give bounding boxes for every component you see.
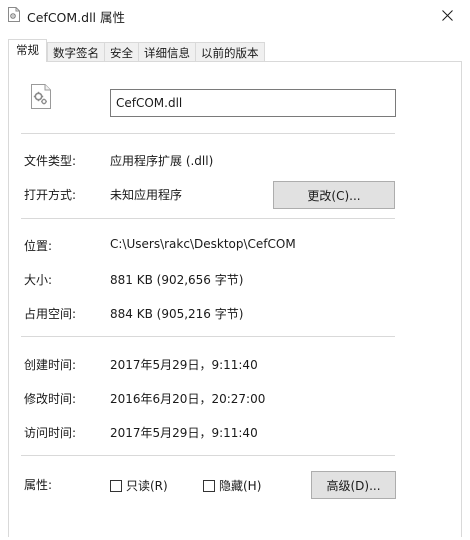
modified-label: 修改时间: xyxy=(24,392,77,406)
file-name-field[interactable] xyxy=(110,89,396,117)
divider xyxy=(21,133,395,134)
tab-digital-signatures[interactable]: 数字签名 xyxy=(47,42,105,62)
tab-security[interactable]: 安全 xyxy=(104,42,139,62)
file-type-value: 应用程序扩展 (.dll) xyxy=(110,154,214,168)
readonly-checkbox-box[interactable] xyxy=(110,479,122,492)
readonly-checkbox-label: 只读(R) xyxy=(126,479,168,493)
accessed-label: 访问时间: xyxy=(24,426,77,440)
opens-with-label: 打开方式: xyxy=(24,188,77,202)
dll-file-gear-icon xyxy=(31,84,51,109)
divider xyxy=(21,455,395,456)
hidden-checkbox[interactable]: 隐藏(H) xyxy=(203,477,261,494)
close-button[interactable] xyxy=(424,0,470,30)
modified-value: 2016年6月20日，20:27:00 xyxy=(110,392,266,406)
title-bar: CefCOM.dll 属性 xyxy=(0,0,470,30)
hidden-checkbox-box[interactable] xyxy=(203,479,215,492)
close-icon xyxy=(441,9,453,21)
tab-strip: 常规 数字签名 安全 详细信息 以前的版本 xyxy=(8,39,265,62)
hidden-checkbox-label: 隐藏(H) xyxy=(219,479,262,493)
change-button[interactable]: 更改(C)... xyxy=(273,181,395,209)
size-on-disk-label: 占用空间: xyxy=(24,307,77,321)
location-label: 位置: xyxy=(24,239,53,253)
created-value: 2017年5月29日，9:11:40 xyxy=(110,358,258,372)
file-type-label: 文件类型: xyxy=(24,154,77,168)
tab-general[interactable]: 常规 xyxy=(8,39,47,62)
dll-file-gear-icon xyxy=(8,7,20,22)
opens-with-value: 未知应用程序 xyxy=(110,188,183,202)
location-value: C:\Users\rakc\Desktop\CefCOM xyxy=(110,237,296,251)
attributes-label: 属性: xyxy=(24,478,53,492)
tab-details[interactable]: 详细信息 xyxy=(138,42,196,62)
readonly-checkbox[interactable]: 只读(R) xyxy=(110,477,168,494)
divider xyxy=(21,336,395,337)
divider xyxy=(21,218,395,219)
size-label: 大小: xyxy=(24,273,53,287)
window-title: CefCOM.dll 属性 xyxy=(27,10,125,25)
created-label: 创建时间: xyxy=(24,358,77,372)
size-value: 881 KB (902,656 字节) xyxy=(110,273,244,287)
advanced-button[interactable]: 高级(D)... xyxy=(311,471,396,499)
general-panel: 文件类型: 应用程序扩展 (.dll) 打开方式: 未知应用程序 更改(C)..… xyxy=(8,61,462,537)
accessed-value: 2017年5月29日，9:11:40 xyxy=(110,426,258,440)
size-on-disk-value: 884 KB (905,216 字节) xyxy=(110,307,244,321)
tab-previous-versions[interactable]: 以前的版本 xyxy=(195,42,265,62)
